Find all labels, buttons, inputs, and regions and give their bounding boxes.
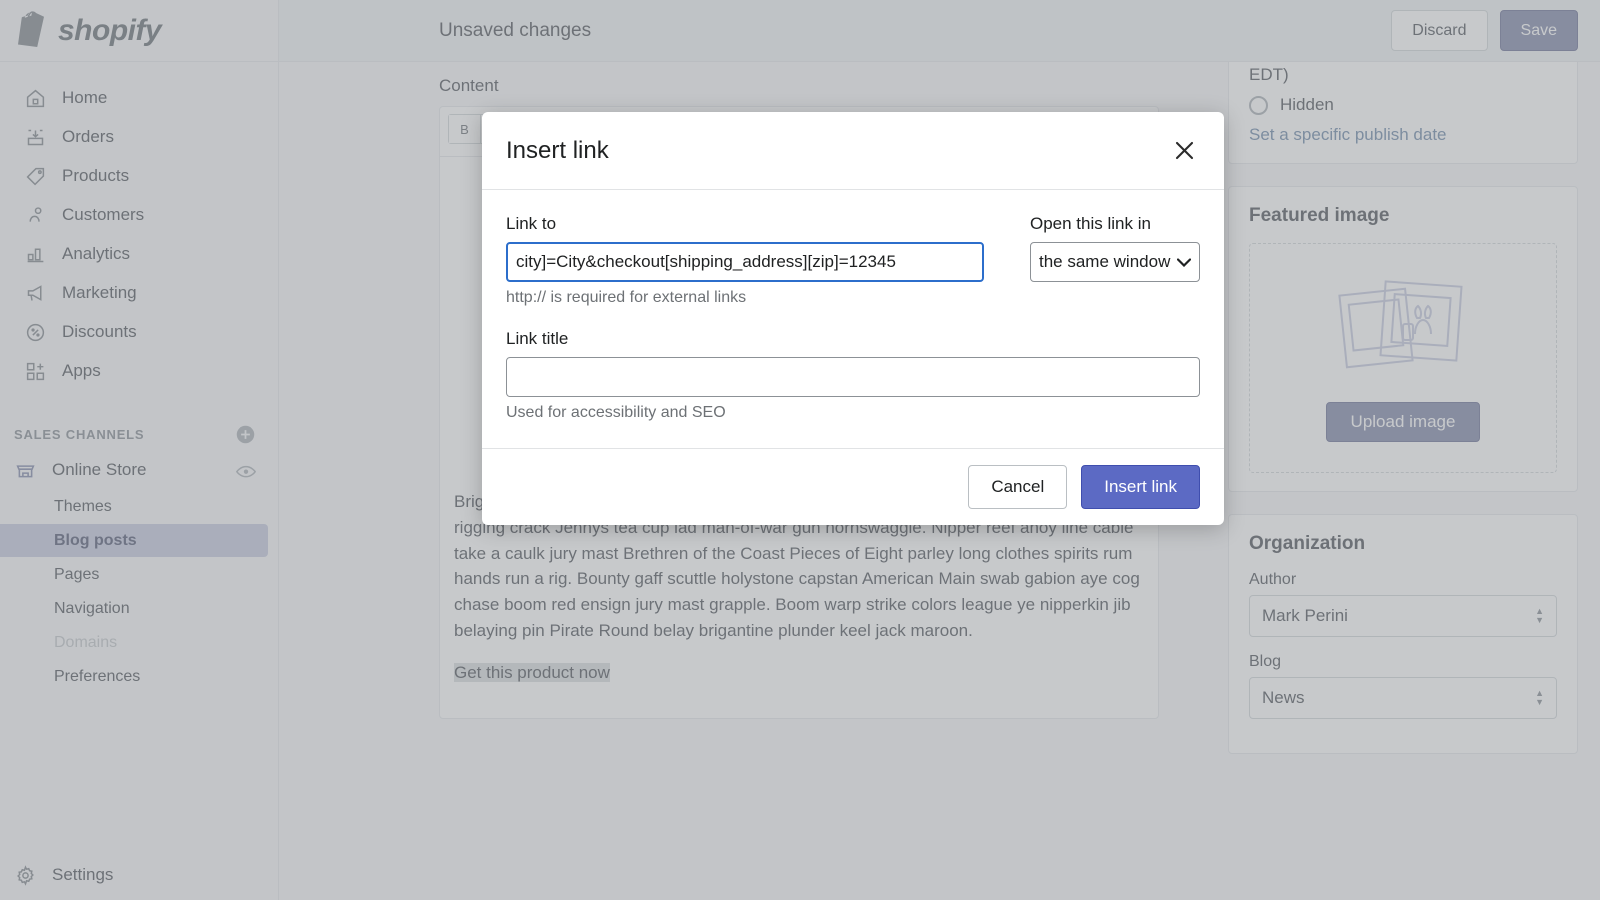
link-to-field-group: Link to http:// is required for external…: [506, 214, 984, 307]
open-in-select[interactable]: the same window: [1030, 242, 1200, 282]
link-title-input[interactable]: [506, 357, 1200, 397]
modal-body: Link to http:// is required for external…: [482, 190, 1224, 448]
modal-footer: Cancel Insert link: [482, 448, 1224, 525]
link-title-label: Link title: [506, 329, 569, 348]
open-in-field-group: Open this link in the same window: [1030, 214, 1200, 307]
insert-link-modal: Insert link Link to http:// is required …: [482, 112, 1224, 525]
open-in-label: Open this link in: [1030, 214, 1151, 233]
link-fields-row: Link to http:// is required for external…: [506, 214, 1200, 307]
cancel-button[interactable]: Cancel: [968, 465, 1068, 509]
open-in-value: the same window: [1039, 252, 1171, 271]
link-to-label: Link to: [506, 214, 557, 233]
close-icon[interactable]: [1168, 135, 1200, 167]
insert-link-button[interactable]: Insert link: [1081, 465, 1200, 509]
link-to-help-text: http:// is required for external links: [506, 289, 747, 306]
link-to-input[interactable]: [506, 242, 984, 282]
link-title-help-text: Used for accessibility and SEO: [506, 404, 726, 421]
link-title-field-group: Link title Used for accessibility and SE…: [506, 329, 1200, 422]
modal-header: Insert link: [482, 112, 1224, 190]
chevron-down-icon: [1176, 252, 1192, 272]
modal-title: Insert link: [506, 136, 609, 164]
